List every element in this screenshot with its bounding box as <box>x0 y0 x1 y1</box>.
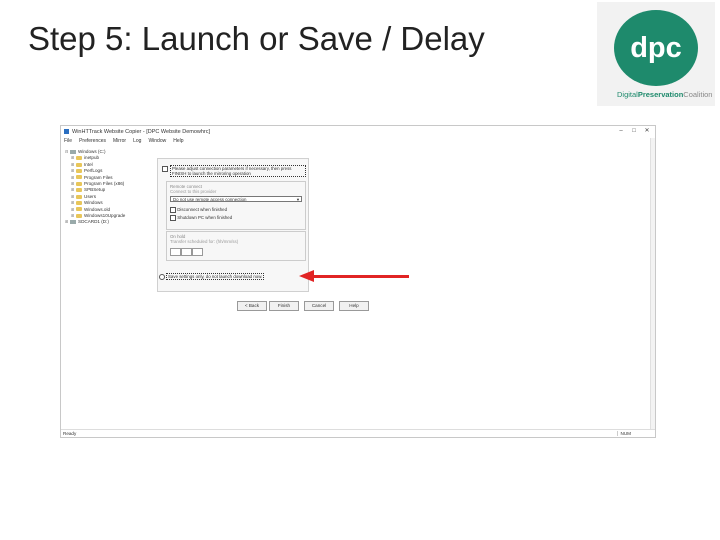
save-only-label: Save settings only, do not launch downlo… <box>166 273 265 280</box>
close-icon[interactable]: ✕ <box>641 127 653 136</box>
adjust-params-checkbox[interactable] <box>162 166 168 172</box>
launch-options-panel: Please adjust connection parameters if n… <box>157 158 309 292</box>
adjust-params-label: Please adjust connection parameters if n… <box>170 165 306 177</box>
window-title: WinHTTrack Website Copier - [DPC Website… <box>72 129 211 135</box>
drive-icon <box>70 149 76 154</box>
chevron-down-icon[interactable]: ▼ <box>296 197 300 203</box>
dpc-logo-mark: dpc <box>614 10 698 86</box>
vertical-scrollbar[interactable] <box>650 138 655 430</box>
dpc-logo: dpc DigitalPreservationCoalition <box>597 2 715 106</box>
seconds-field[interactable] <box>192 248 203 256</box>
folder-icon <box>76 156 82 161</box>
menu-preferences[interactable]: Preferences <box>79 138 106 147</box>
httrack-window: WinHTTrack Website Copier - [DPC Website… <box>60 125 656 438</box>
logo-wordmark: DigitalPreservationCoalition <box>617 90 713 99</box>
svg-text:dpc: dpc <box>630 32 682 64</box>
folder-icon <box>76 175 82 180</box>
num-lock-indicator: NUM <box>616 431 631 436</box>
shutdown-checkbox[interactable] <box>170 215 176 221</box>
menu-log[interactable]: Log <box>133 138 141 147</box>
folder-icon <box>76 162 82 167</box>
hours-field[interactable] <box>170 248 181 256</box>
app-icon <box>64 129 69 134</box>
back-button[interactable]: < Back <box>237 301 267 311</box>
on-hold-group: On hold Transfer scheduled for: (hh/mm/s… <box>166 231 306 261</box>
folder-icon <box>76 213 82 218</box>
folder-icon <box>76 188 82 193</box>
finish-button[interactable]: Finish <box>269 301 299 311</box>
folder-icon <box>76 168 82 173</box>
drive-icon <box>70 220 76 225</box>
shutdown-option[interactable]: Shutdown PC when finished <box>170 215 232 221</box>
disconnect-checkbox[interactable] <box>170 207 176 213</box>
menu-bar: File Preferences Mirror Log Window Help <box>64 138 184 147</box>
slide-title: Step 5: Launch or Save / Delay <box>28 20 485 57</box>
menu-help[interactable]: Help <box>173 138 183 147</box>
menu-mirror[interactable]: Mirror <box>113 138 126 147</box>
cancel-button[interactable]: Cancel <box>304 301 334 311</box>
folder-icon <box>76 207 82 212</box>
window-titlebar: WinHTTrack Website Copier - [DPC Website… <box>61 126 655 138</box>
tree-item[interactable]: ⊞ SDCARD1 (D:) <box>65 219 151 225</box>
status-text: Ready <box>63 431 77 436</box>
status-bar: Ready NUM <box>61 429 655 437</box>
maximize-icon[interactable]: □ <box>628 127 640 136</box>
menu-file[interactable]: File <box>64 138 72 147</box>
minutes-field[interactable] <box>181 248 192 256</box>
help-button[interactable]: Help <box>339 301 369 311</box>
remote-connect-group: Remote connect Connect to this provider … <box>166 181 306 230</box>
group-sublabel: Connect to this provider <box>170 189 217 194</box>
red-arrow-shaft <box>313 275 409 278</box>
menu-window[interactable]: Window <box>148 138 166 147</box>
save-only-radio[interactable] <box>159 274 165 280</box>
folder-icon <box>76 200 82 205</box>
folder-icon <box>76 181 82 186</box>
disconnect-option[interactable]: Disconnect when finished <box>170 207 227 213</box>
group-sublabel: Transfer scheduled for: (hh/mm/ss) <box>170 239 239 244</box>
minimize-icon[interactable]: – <box>615 127 627 136</box>
red-arrow-icon <box>299 270 314 282</box>
connection-select[interactable]: Do not use remote access connection ▼ <box>170 196 302 202</box>
folder-tree: ⊟ Windows (C:) ⊞ inetpub ⊞ Intel ⊞ PerfLogs … <box>65 149 151 226</box>
folder-icon <box>76 194 82 199</box>
